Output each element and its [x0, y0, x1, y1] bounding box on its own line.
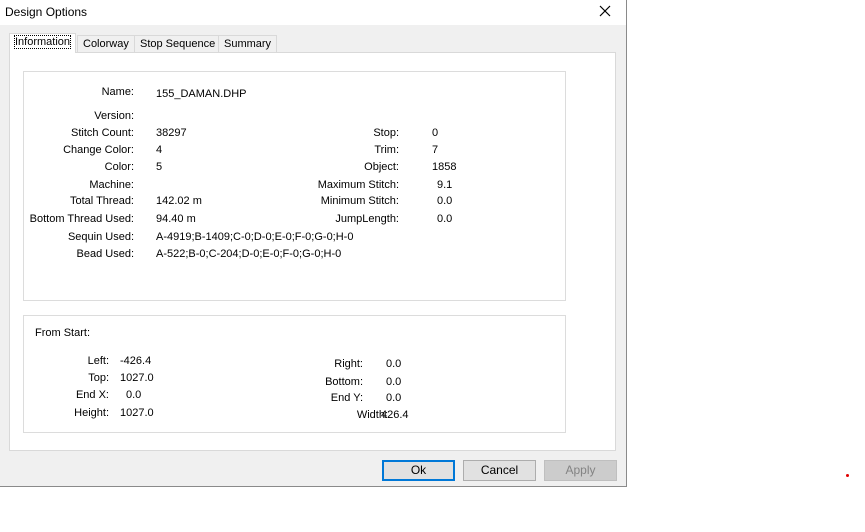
sequin-used-value: A-4919;B-1409;C-0;D-0;E-0;F-0;G-0;H-0 — [156, 231, 354, 243]
stop-value: 0 — [432, 127, 439, 139]
minimum-stitch-label: Minimum Stitch: — [320, 195, 399, 207]
minimum-stitch-value: 0.0 — [437, 195, 453, 207]
total-thread-label: Total Thread: — [69, 195, 134, 207]
end-y-label: End Y: — [330, 392, 363, 404]
right-value: 0.0 — [386, 358, 402, 370]
bottom-value: 0.0 — [386, 376, 402, 388]
apply-button[interactable]: Apply — [544, 460, 617, 481]
right-label: Right: — [334, 358, 363, 370]
name-value: 155_DAMAN.DHP — [156, 88, 247, 100]
left-label: Left: — [87, 355, 109, 367]
close-icon — [599, 5, 611, 20]
top-value: 1027.0 — [120, 372, 154, 384]
left-value: -426.4 — [120, 355, 152, 367]
trim-label: Trim: — [374, 144, 399, 156]
end-x-value: 0.0 — [126, 389, 142, 401]
bottom-label: Bottom: — [325, 376, 363, 388]
from-start-heading: From Start: — [35, 327, 91, 339]
maximum-stitch-value: 9.1 — [437, 179, 453, 191]
design-options-dialog: Design Options Information Colorway Stop… — [0, 0, 627, 487]
width-value: 426.4 — [381, 409, 409, 421]
top-label: Top: — [88, 372, 109, 384]
bead-used-label: Bead Used: — [76, 248, 134, 260]
end-x-label: End X: — [75, 389, 109, 401]
jump-length-label: JumpLength: — [335, 213, 399, 225]
close-button[interactable] — [588, 1, 622, 24]
stitch-count-label: Stitch Count: — [71, 127, 134, 139]
bottom-thread-label: Bottom Thread Used: — [29, 213, 134, 225]
tab-stop-sequence[interactable]: Stop Sequence — [134, 35, 222, 53]
object-label: Object: — [364, 161, 399, 173]
ok-button[interactable]: Ok — [382, 460, 455, 481]
stitch-count-value: 38297 — [156, 127, 187, 139]
trim-value: 7 — [432, 144, 439, 156]
name-label: Name: — [101, 86, 134, 98]
window-title: Design Options — [5, 5, 88, 19]
information-panel: Name: 155_DAMAN.DHP Version: Stitch Coun… — [9, 52, 616, 451]
end-y-value: 0.0 — [386, 392, 402, 404]
design-info-group: Name: 155_DAMAN.DHP Version: Stitch Coun… — [23, 71, 566, 301]
object-value: 1858 — [432, 161, 457, 173]
color-label: Color: — [104, 161, 134, 173]
maximum-stitch-label: Maximum Stitch: — [317, 179, 399, 191]
bottom-thread-value: 94.40 m — [156, 213, 196, 225]
sequin-used-label: Sequin Used: — [67, 231, 134, 243]
cancel-button[interactable]: Cancel — [463, 460, 536, 481]
tab-colorway[interactable]: Colorway — [77, 35, 135, 53]
height-label: Height: — [74, 407, 109, 419]
from-start-group: From Start: Left: -426.4 Top: 1027.0 End… — [23, 315, 566, 433]
height-value: 1027.0 — [120, 407, 154, 419]
version-label: Version: — [94, 110, 134, 122]
stop-label: Stop: — [373, 127, 399, 139]
bead-used-value: A-522;B-0;C-204;D-0;E-0;F-0;G-0;H-0 — [156, 248, 342, 260]
change-color-label: Change Color: — [63, 144, 134, 156]
color-value: 5 — [156, 161, 163, 173]
tab-summary[interactable]: Summary — [218, 35, 278, 53]
marker-dot — [846, 474, 849, 477]
machine-label: Machine: — [89, 179, 134, 191]
jump-length-value: 0.0 — [437, 213, 453, 225]
tab-information[interactable]: Information — [9, 33, 77, 53]
total-thread-value: 142.02 m — [156, 195, 202, 207]
change-color-value: 4 — [156, 144, 163, 156]
title-bar[interactable]: Design Options — [0, 0, 626, 25]
